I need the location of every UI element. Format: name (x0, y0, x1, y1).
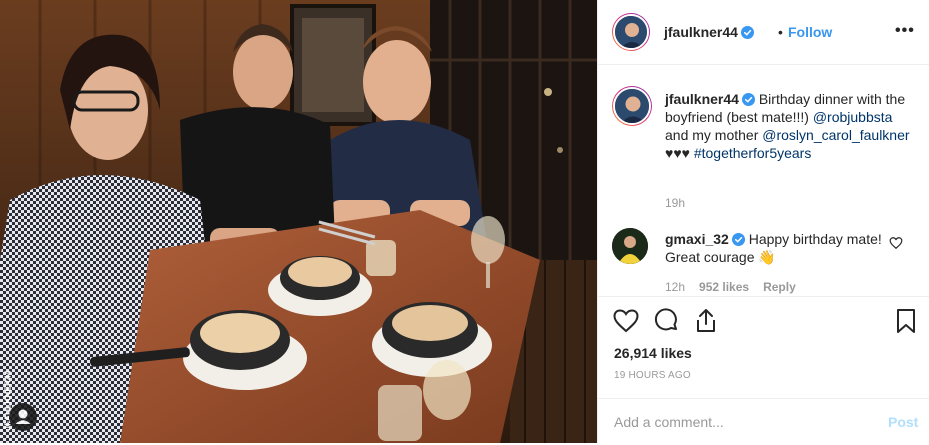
caption-username[interactable]: jfaulkner44 (665, 91, 739, 107)
caption-avatar-image (613, 87, 651, 125)
more-options-button[interactable]: ••• (895, 22, 915, 40)
reply-button[interactable]: Reply (763, 280, 796, 294)
follow-button[interactable]: Follow (788, 24, 832, 40)
post-actions: 26,914 likes 19 HOURS AGO Post (598, 296, 929, 444)
user-tag-icon[interactable] (9, 403, 37, 431)
share-icon[interactable] (692, 307, 720, 335)
comment-likes[interactable]: 952 likes (699, 280, 749, 294)
post-photo[interactable]: JFAULKNER44 (0, 0, 597, 443)
verified-badge-icon (740, 26, 754, 39)
comment-icon[interactable] (652, 307, 680, 335)
avatar-image (613, 14, 649, 50)
caption-hearts: ♥♥♥ (665, 145, 694, 161)
caption-text: jfaulkner44 Birthday dinner with the boy… (665, 90, 915, 162)
verified-badge-icon (731, 233, 745, 246)
post-timestamp: 19 HOURS AGO (614, 370, 691, 381)
author-username[interactable]: jfaulkner44 (664, 24, 754, 40)
commenter-username[interactable]: gmaxi_32 (665, 231, 729, 247)
comment-time[interactable]: 12h (665, 280, 685, 294)
add-comment-input[interactable] (614, 412, 864, 432)
mention-robjubbsta[interactable]: @robjubbsta (813, 109, 893, 125)
hashtag-link[interactable]: #togetherfor5years (694, 145, 812, 161)
commenter-avatar[interactable] (612, 228, 648, 264)
post-comment-button[interactable]: Post (888, 414, 918, 430)
photo-illustration (0, 0, 597, 443)
post-header: jfaulkner44 • Follow ••• (598, 0, 929, 65)
comment-text: gmaxi_32 Happy birthday mate! Great cour… (665, 230, 890, 266)
caption-timestamp[interactable]: 19h (665, 196, 685, 210)
likes-count[interactable]: 26,914 likes (614, 345, 692, 361)
instagram-post: JFAULKNER44 jfaulkner44 • Follow ••• jfa… (0, 0, 929, 443)
comment-heart-icon[interactable] (889, 236, 903, 250)
add-comment-bar: Post (598, 398, 929, 445)
caption-avatar[interactable] (612, 86, 652, 126)
mention-roslyn[interactable]: @roslyn_carol_faulkner (762, 127, 909, 143)
verified-badge-icon (741, 93, 755, 106)
author-avatar[interactable] (612, 13, 650, 51)
comment-meta: 12h 952 likes Reply (665, 280, 810, 294)
header-separator: • (778, 24, 783, 40)
bookmark-icon[interactable] (892, 307, 920, 335)
heart-icon[interactable] (612, 307, 640, 335)
author-username-text[interactable]: jfaulkner44 (664, 24, 738, 40)
post-sidebar: jfaulkner44 • Follow ••• jfaulkner44 Bir… (597, 0, 929, 443)
caption-body-2: and my mother (665, 127, 763, 143)
